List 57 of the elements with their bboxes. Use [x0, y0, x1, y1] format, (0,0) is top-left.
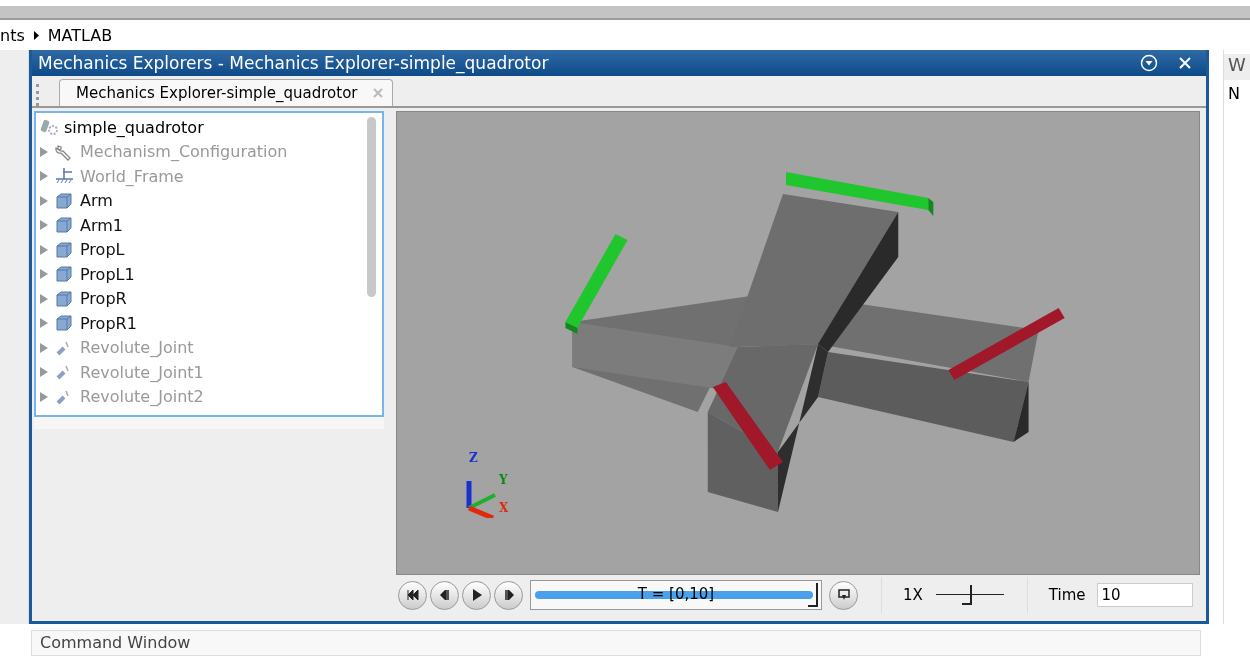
tree-item[interactable]: PropL1: [80, 264, 135, 284]
axis-label: Y: [499, 473, 508, 487]
panel-title: W: [1224, 54, 1250, 80]
breadcrumb-item[interactable]: nts: [0, 25, 25, 45]
play-icon: [471, 589, 482, 601]
expand-arrow-icon[interactable]: [40, 220, 48, 231]
panel-row-text: N: [1227, 83, 1241, 103]
panel-title: Command Window: [40, 633, 191, 652]
cube-icon: [54, 289, 74, 308]
cube-icon: [54, 314, 74, 333]
cube-icon: [54, 240, 74, 259]
model-icon: [40, 118, 60, 137]
step-forward-icon: [503, 590, 514, 600]
cube-icon: [54, 216, 74, 235]
expand-arrow-icon[interactable]: [40, 244, 48, 255]
expand-arrow-icon[interactable]: [40, 367, 48, 378]
caret-icon: [32, 30, 40, 40]
speed-label: 1X: [903, 586, 923, 604]
screen-icon: [837, 589, 850, 601]
speed-slider[interactable]: [935, 583, 1004, 607]
expand-arrow-icon[interactable]: [40, 293, 48, 304]
expand-arrow-icon[interactable]: [40, 171, 48, 182]
breadcrumb-item[interactable]: MATLAB: [47, 25, 113, 45]
dropdown-icon[interactable]: [1140, 54, 1158, 72]
cube-icon: [54, 191, 74, 210]
time-input-field[interactable]: 10: [1096, 583, 1193, 607]
expand-arrow-icon[interactable]: [40, 269, 48, 280]
tree-item[interactable]: Arm1: [80, 215, 123, 235]
document-tab[interactable]: Mechanics Explorer-simple_quadrotor: [59, 79, 393, 106]
axis-label: X: [499, 501, 509, 515]
window-title: Mechanics Explorers - Mechanics Explorer-simple_quadrotor: [38, 53, 550, 73]
expand-arrow-icon[interactable]: [40, 342, 48, 353]
axis-label: Z: [469, 451, 478, 465]
tree-item[interactable]: PropR: [80, 289, 127, 309]
tree-item[interactable]: PropL: [80, 240, 125, 260]
expand-arrow-icon[interactable]: [40, 195, 48, 206]
ground-frame-icon: [54, 167, 74, 186]
time-range-label: T = [0,10]: [636, 585, 716, 603]
loop-button[interactable]: [829, 580, 858, 610]
3d-viewport[interactable]: Z Y X: [396, 111, 1200, 575]
time-label: Time: [1048, 586, 1086, 604]
step-back-button[interactable]: [430, 580, 459, 610]
tree-item[interactable]: PropR1: [80, 313, 137, 333]
scrollbar[interactable]: [367, 117, 376, 297]
tree-item[interactable]: Arm: [80, 191, 113, 211]
expand-arrow-icon[interactable]: [40, 146, 48, 157]
play-button[interactable]: [462, 580, 491, 610]
step-forward-button[interactable]: [494, 580, 523, 610]
expand-arrow-icon[interactable]: [40, 318, 48, 329]
slider-thumb[interactable]: [962, 585, 973, 605]
skip-back-button[interactable]: [398, 580, 427, 610]
tree-item[interactable]: simple_quadrotor: [64, 117, 204, 137]
cube-icon: [54, 265, 74, 284]
skip-back-icon: [406, 590, 419, 600]
expand-arrow-icon[interactable]: [40, 391, 48, 402]
step-back-icon: [439, 590, 450, 600]
time-progress-bar[interactable]: T = [0,10]: [530, 580, 822, 610]
